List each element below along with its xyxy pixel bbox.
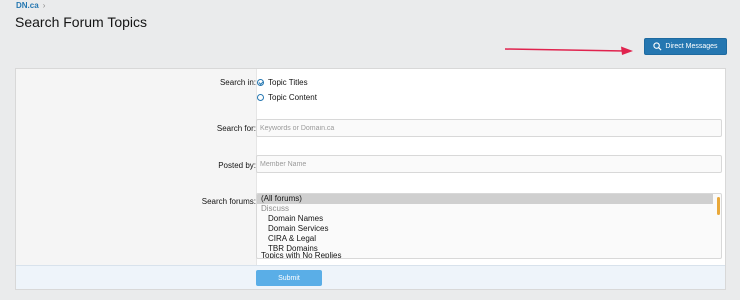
forum-option-domain-names[interactable]: Domain Names xyxy=(257,214,721,224)
radio-unchecked-icon[interactable] xyxy=(257,94,264,101)
select-scrollbar[interactable] xyxy=(717,197,720,215)
member-name-input[interactable] xyxy=(256,155,722,173)
breadcrumb-home-link[interactable]: DN.ca xyxy=(16,1,39,10)
radio-topic-titles[interactable]: Topic Titles xyxy=(257,78,308,87)
form-label-column: Search in: Search for: Posted by: Search… xyxy=(16,69,257,266)
search-forums-select[interactable]: (All forums) Discuss Domain Names Domain… xyxy=(256,193,722,259)
direct-messages-button[interactable]: Direct Messages xyxy=(644,38,727,55)
annotation-arrow-icon xyxy=(505,46,633,55)
radio-topic-content[interactable]: Topic Content xyxy=(257,93,317,102)
search-form: Search in: Search for: Posted by: Search… xyxy=(15,68,726,290)
direct-messages-label: Direct Messages xyxy=(665,43,718,50)
search-in-label: Search in: xyxy=(219,78,256,87)
forum-group-discuss: Discuss xyxy=(261,204,290,213)
forum-option-domain-services[interactable]: Domain Services xyxy=(257,224,721,234)
submit-button[interactable]: Submit xyxy=(256,270,322,286)
search-for-label: Search for: xyxy=(216,124,256,133)
search-keywords-input[interactable] xyxy=(256,119,722,137)
posted-by-label: Posted by: xyxy=(218,161,256,170)
radio-topic-content-label: Topic Content xyxy=(268,93,317,102)
radio-topic-titles-label: Topic Titles xyxy=(268,78,308,87)
forum-option-all[interactable]: (All forums) xyxy=(257,194,713,204)
forum-option-cira-legal[interactable]: CIRA & Legal xyxy=(257,234,721,244)
breadcrumb: DN.ca › xyxy=(16,1,45,10)
page-title: Search Forum Topics xyxy=(15,14,148,30)
radio-checked-icon[interactable] xyxy=(257,79,264,86)
search-icon xyxy=(653,42,662,51)
forum-option-no-replies[interactable]: Topics with No Replies xyxy=(257,251,721,258)
form-footer: Submit xyxy=(16,265,725,289)
chevron-right-icon: › xyxy=(42,1,46,10)
search-forums-label: Search forums: xyxy=(201,197,256,206)
